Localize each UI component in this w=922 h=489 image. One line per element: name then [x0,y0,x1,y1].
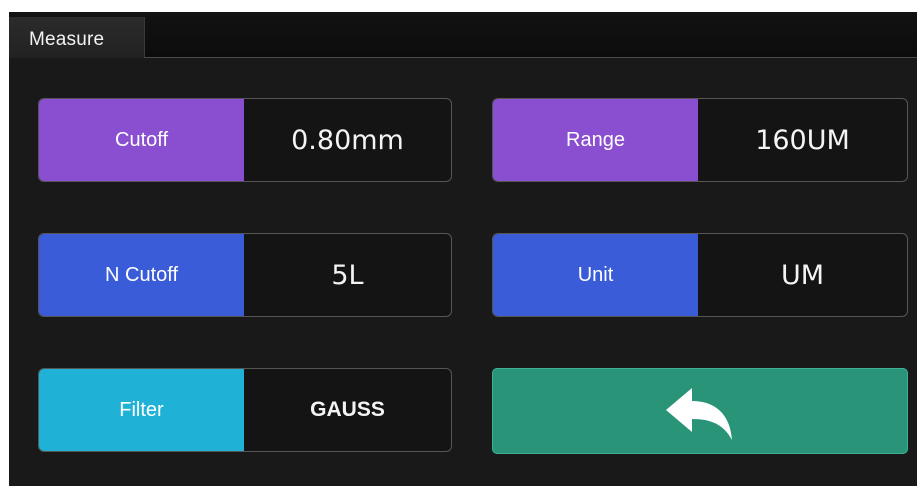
cutoff-label: Cutoff [39,99,244,181]
header-divider [144,57,917,58]
range-value[interactable]: 160UM [698,99,907,181]
n-cutoff-label: N Cutoff [39,234,244,316]
back-button[interactable] [492,368,908,454]
header-bar: Measure [9,12,917,58]
header-tab: Measure [9,17,145,58]
n-cutoff-value[interactable]: 5L [244,234,451,316]
filter-value[interactable]: GAUSS [244,369,451,451]
measure-screen: Measure Cutoff 0.80mm Range 160UM N Cuto… [9,12,917,486]
filter-field[interactable]: Filter GAUSS [38,368,452,452]
filter-label: Filter [39,369,244,451]
page-title: Measure [29,29,105,50]
unit-field[interactable]: Unit UM [492,233,908,317]
range-label: Range [493,99,698,181]
n-cutoff-field[interactable]: N Cutoff 5L [38,233,452,317]
unit-label: Unit [493,234,698,316]
unit-value[interactable]: UM [698,234,907,316]
cutoff-field[interactable]: Cutoff 0.80mm [38,98,452,182]
back-arrow-icon [666,388,732,440]
range-field[interactable]: Range 160UM [492,98,908,182]
cutoff-value[interactable]: 0.80mm [244,99,451,181]
